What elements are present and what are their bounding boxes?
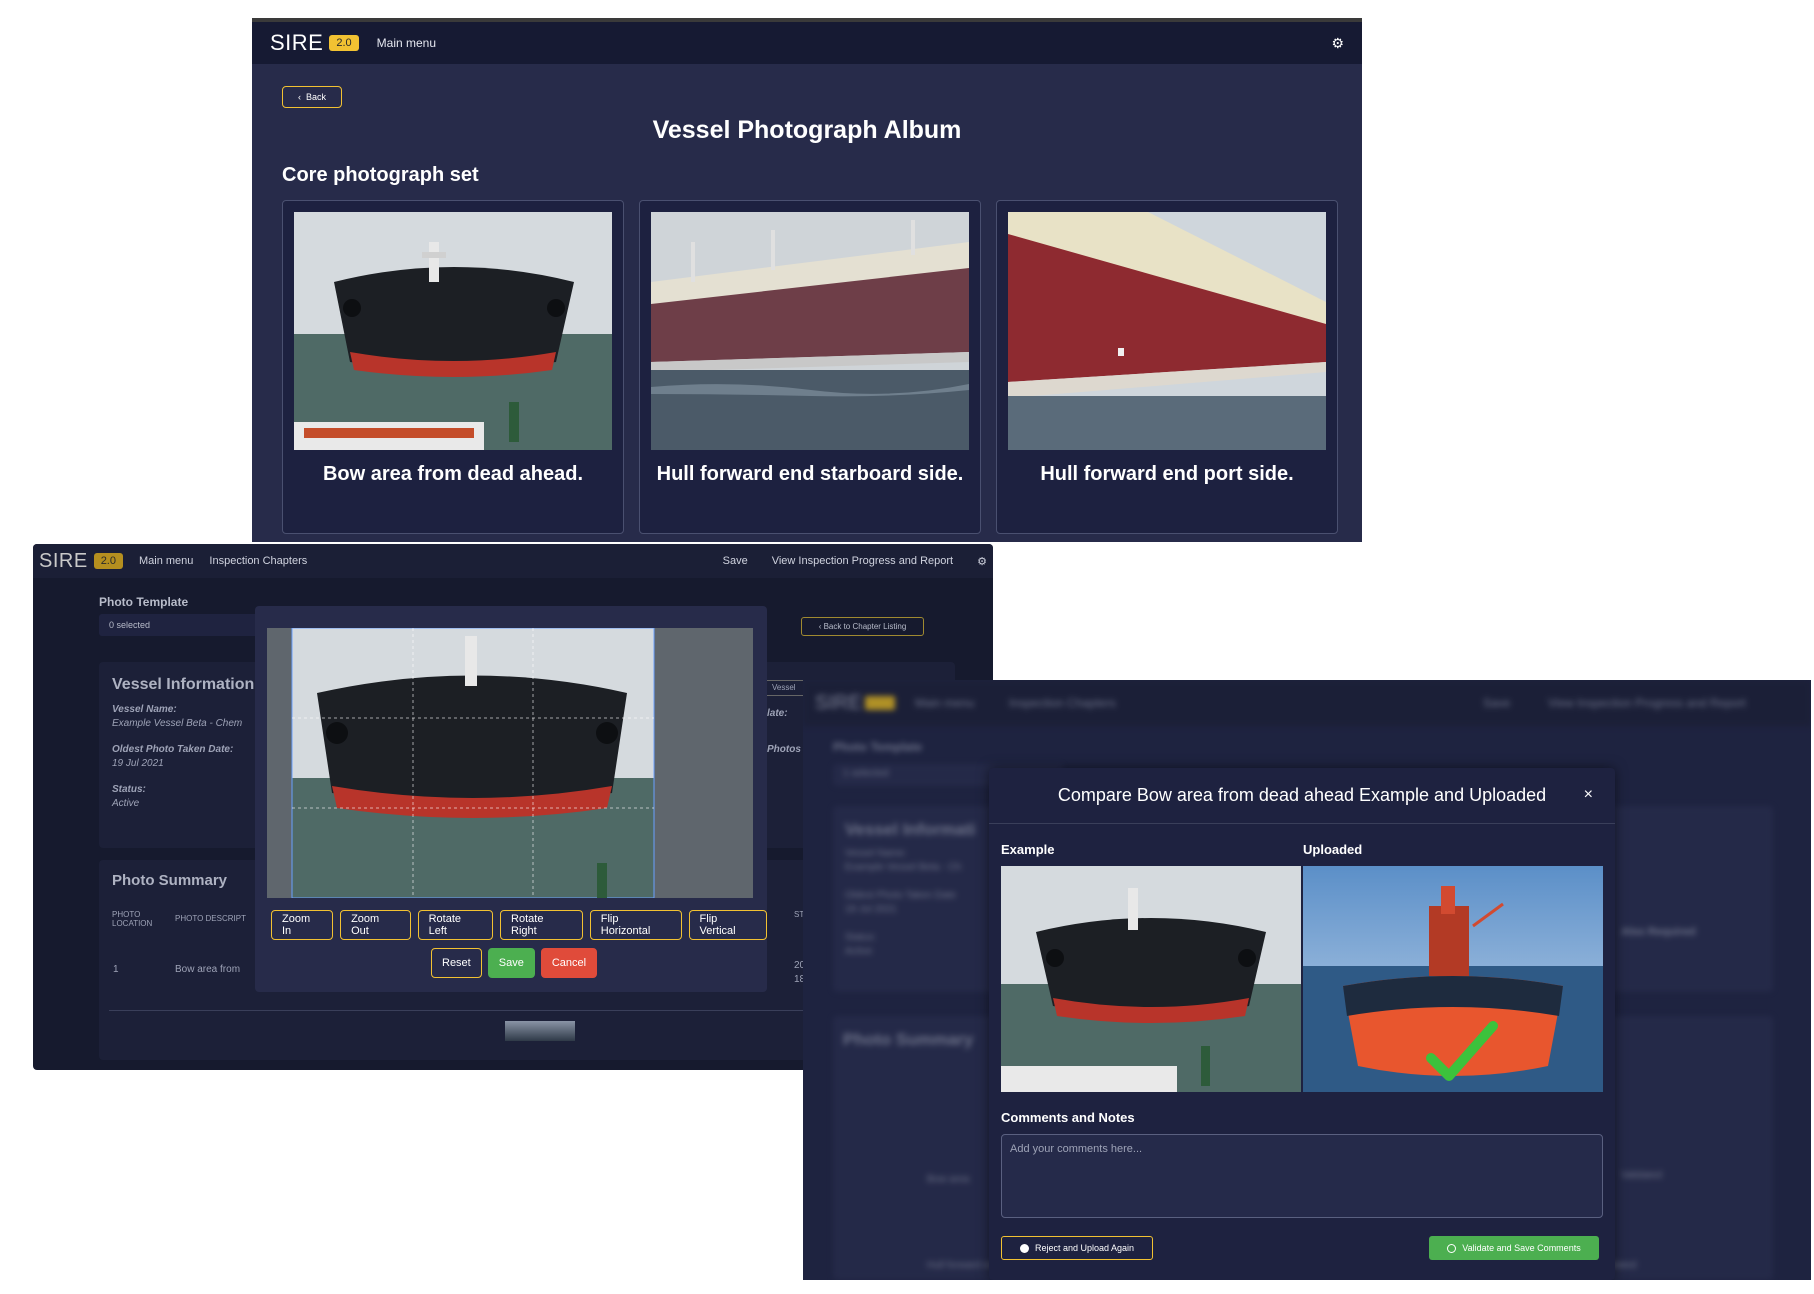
vessel-name-label: Vessel Name: — [112, 704, 177, 715]
validate-save-button[interactable]: Validate and Save Comments — [1429, 1236, 1599, 1260]
table-divider — [109, 1010, 889, 1011]
settings-gear-icon[interactable]: ⚙ — [1331, 35, 1344, 52]
bg-row-1-status: Validated — [1621, 1170, 1662, 1181]
bg-vessel-name: Vessel Name: — [845, 848, 907, 859]
card-caption: Hull forward end port side. — [1040, 463, 1294, 485]
brand-logo[interactable]: SIRE — [39, 550, 88, 573]
crop-canvas[interactable] — [267, 628, 753, 898]
bg-nav-inspection-chapters: Inspection Chapters — [1009, 696, 1116, 710]
photo-thumbnail[interactable] — [505, 1021, 575, 1041]
vessel-information-heading: Vessel Information — [112, 676, 255, 693]
nav-main-menu[interactable]: Main menu — [377, 36, 436, 50]
bg-oldest-value: 19 Jul 2021 — [845, 904, 897, 915]
crop-toolbar: Zoom In Zoom Out Rotate Left Rotate Righ… — [271, 910, 767, 940]
col-photo-description: PHOTO DESCRIPT — [175, 914, 246, 923]
chevron-left-icon: ‹ — [297, 92, 301, 102]
brand-logo[interactable]: SIRE — [270, 30, 323, 56]
crop-dialog: Zoom In Zoom Out Rotate Left Rotate Righ… — [255, 606, 767, 992]
album-window: SIRE 2.0 Main menu ⚙ ‹ Back Vessel Photo… — [252, 18, 1362, 542]
oldest-photo-label: Oldest Photo Taken Date: — [112, 744, 234, 755]
zoom-out-button[interactable]: Zoom Out — [340, 910, 411, 940]
photo-summary-heading: Photo Summary — [112, 872, 228, 889]
modal-title: Compare Bow area from dead ahead Example… — [1057, 785, 1547, 805]
example-photo[interactable] — [1001, 866, 1301, 1092]
status-label: Status: — [112, 784, 146, 795]
compare-window: SIRE Main menu Inspection Chapters Save … — [803, 680, 1811, 1280]
page-title: Vessel Photograph Album — [652, 116, 962, 144]
bg-nav-view-progress: View Inspection Progress and Report — [1548, 696, 1746, 710]
bg-row-1: Bow area — [927, 1174, 970, 1185]
oldest-photo-value: 19 Jul 2021 — [112, 758, 164, 769]
check-circle-icon — [1447, 1243, 1457, 1253]
uploaded-label: Uploaded — [1303, 842, 1363, 857]
nav-main-menu[interactable]: Main menu — [139, 555, 193, 567]
bg-status-value: Active — [845, 946, 873, 957]
top-nav: SIRE 2.0 Main menu Inspection Chapters S… — [33, 544, 993, 578]
photo-card-bow[interactable]: Bow area from dead ahead. — [282, 200, 624, 534]
uploaded-photo[interactable] — [1303, 866, 1603, 1092]
bg-summary: Photo Summary — [843, 1030, 974, 1049]
bg-selected: 1 selected — [843, 768, 889, 779]
back-label: Back — [305, 92, 326, 102]
port-photo[interactable] — [1008, 212, 1326, 450]
flip-vertical-button[interactable]: Flip Vertical — [688, 910, 767, 940]
back-to-chapter-listing-button[interactable]: ‹ Back to Chapter Listing — [801, 617, 924, 636]
card-caption: Hull forward end starboard side. — [656, 463, 964, 485]
photo-template-label: Photo Template — [99, 595, 189, 609]
bg-status: Status: — [845, 932, 877, 943]
row-description: Bow area from — [175, 964, 241, 975]
reject-label: Reject and Upload Again — [1034, 1243, 1135, 1253]
version-badge: 2.0 — [93, 553, 123, 569]
nav-view-progress[interactable]: View Inspection Progress and Report — [772, 555, 953, 567]
top-nav: SIRE 2.0 Main menu ⚙ — [252, 22, 1362, 64]
nav-save[interactable]: Save — [723, 555, 748, 567]
bg-brand-logo: SIRE — [815, 692, 862, 714]
settings-gear-icon[interactable]: ⚙ — [977, 555, 987, 568]
version-badge: 2.0 — [329, 35, 359, 51]
nav-inspection-chapters[interactable]: Inspection Chapters — [209, 555, 307, 567]
rotate-right-button[interactable]: Rotate Right — [500, 910, 583, 940]
row-number: 1 — [113, 964, 119, 975]
crop-actions: Reset Save Cancel — [431, 948, 598, 978]
zoom-in-button[interactable]: Zoom In — [271, 910, 334, 940]
reset-button[interactable]: Reset — [431, 948, 482, 978]
comments-label: Comments and Notes — [1001, 1110, 1135, 1125]
bg-nav-main-menu: Main menu — [915, 696, 975, 710]
bg-version-badge — [865, 696, 895, 710]
rotate-left-button[interactable]: Rotate Left — [417, 910, 494, 940]
save-button[interactable]: Save — [487, 948, 535, 978]
right-label-date: late: — [767, 708, 788, 719]
compare-modal: Compare Bow area from dead ahead Example… — [989, 768, 1615, 1280]
alert-icon — [1019, 1243, 1029, 1253]
reject-upload-button[interactable]: Reject and Upload Again — [1001, 1236, 1153, 1260]
cancel-button[interactable]: Cancel — [540, 948, 598, 978]
validate-label: Validate and Save Comments — [1462, 1243, 1581, 1253]
right-label-photos: Photos — [767, 744, 801, 755]
bg-nav-save: Save — [1483, 696, 1511, 710]
status-value: Active — [112, 798, 140, 809]
photo-card-starboard[interactable]: Hull forward end starboard side. — [639, 200, 981, 534]
vessel-name-value: Example Vessel Beta - Chem — [112, 718, 243, 729]
photo-card-port[interactable]: Hull forward end port side. — [996, 200, 1338, 534]
example-label: Example — [1001, 842, 1055, 857]
bg-vessel-value: Example Vessel Beta - Ch — [845, 862, 962, 873]
bg-oldest: Oldest Photo Taken Date — [845, 890, 956, 901]
bg-vessel-info: Vessel Informati — [845, 820, 976, 839]
starboard-photo[interactable] — [651, 212, 969, 450]
card-caption: Bow area from dead ahead. — [322, 463, 584, 485]
section-title: Core photograph set — [282, 164, 479, 186]
bg-photo-template: Photo Template — [833, 740, 923, 754]
bg-right-hint: Also Required — [1621, 926, 1696, 938]
back-to-listing-label: Back to Chapter Listing — [823, 622, 907, 631]
close-icon[interactable]: × — [1584, 786, 1593, 804]
back-button[interactable]: ‹ Back — [282, 86, 342, 108]
modal-header: Compare Bow area from dead ahead Example… — [989, 768, 1615, 824]
bow-photo[interactable] — [294, 212, 612, 450]
col-photo-location: PHOTO LOCATION — [112, 910, 153, 928]
comments-input[interactable] — [1001, 1134, 1603, 1218]
flip-horizontal-button[interactable]: Flip Horizontal — [589, 910, 682, 940]
